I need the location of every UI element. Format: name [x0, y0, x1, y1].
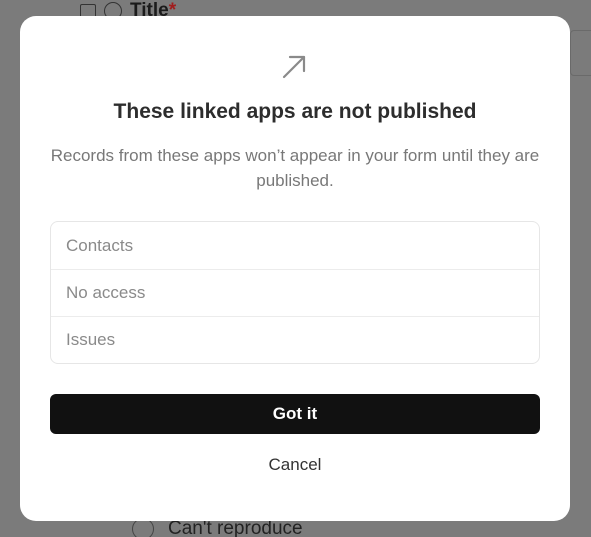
unpublished-apps-dialog: These linked apps are not published Reco… — [20, 16, 570, 521]
background-input — [570, 30, 591, 76]
list-item: Issues — [51, 316, 539, 363]
linked-apps-list: Contacts No access Issues — [50, 221, 540, 364]
dialog-title: These linked apps are not published — [113, 100, 477, 123]
dialog-description: Records from these apps won’t appear in … — [50, 146, 540, 190]
arrow-up-right-icon — [282, 55, 306, 79]
list-item: No access — [51, 269, 539, 316]
cancel-button[interactable]: Cancel — [220, 450, 370, 480]
got-it-button[interactable]: Got it — [50, 394, 540, 434]
list-item: Contacts — [66, 235, 134, 255]
